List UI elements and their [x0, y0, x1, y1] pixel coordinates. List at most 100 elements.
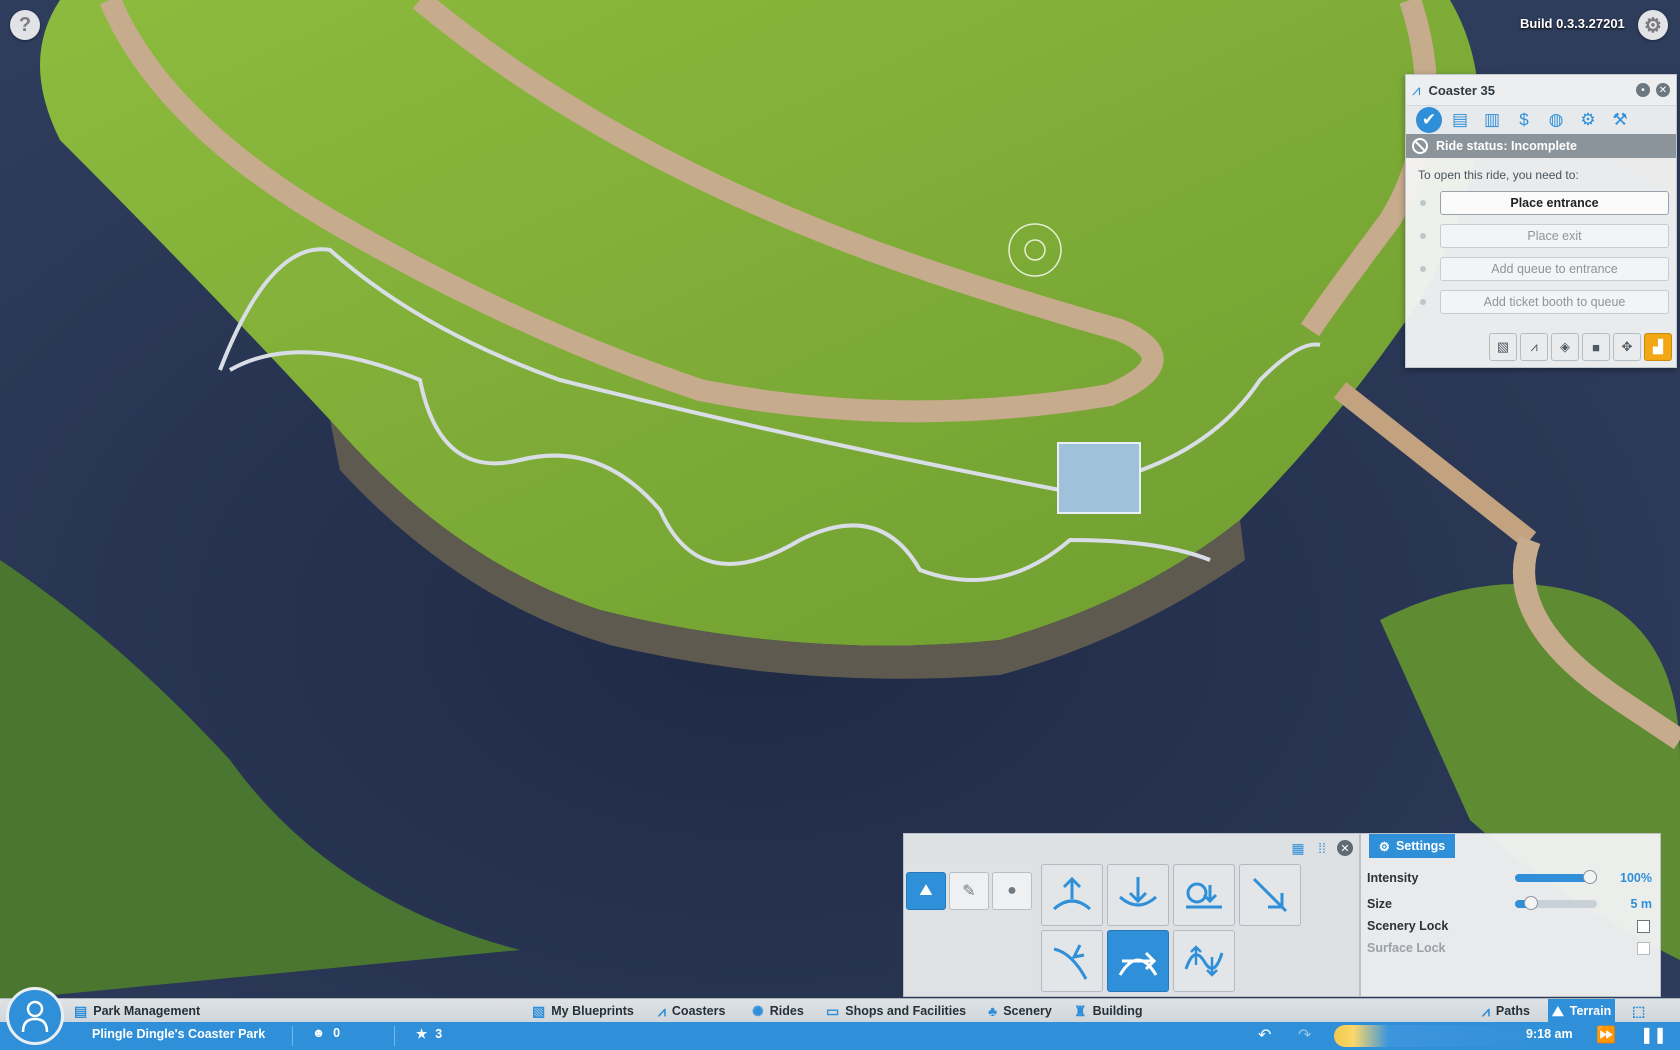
- ramp-tool[interactable]: [1041, 930, 1103, 992]
- help-button[interactable]: ?: [10, 10, 40, 40]
- requirement-row: Add ticket booth to queue: [1406, 285, 1676, 318]
- stats-icon: ▥: [1483, 110, 1501, 129]
- mountain-icon: ⛰: [1552, 1002, 1564, 1019]
- smooth-tool[interactable]: [1239, 864, 1301, 926]
- park-rating[interactable]: ★ 3: [416, 1026, 443, 1042]
- small-grid-view-button[interactable]: ⁞⁞: [1313, 839, 1331, 857]
- level-icon: [1186, 882, 1222, 909]
- ride-window: ⩘ Coaster 35 • ✕ ✔ ▤ ▥ $ ◍ ⚙ ⚒ Ride stat…: [1405, 74, 1677, 368]
- scenery-lock-checkbox[interactable]: [1637, 919, 1650, 933]
- camera-icon: ■: [1592, 339, 1600, 355]
- close-terrain-panel-button[interactable]: ✕: [1337, 840, 1353, 856]
- place-entrance-button[interactable]: Place entrance: [1440, 190, 1669, 215]
- pause-button[interactable]: ❚❚: [1640, 1025, 1667, 1045]
- move-ride-button[interactable]: ✥: [1613, 333, 1641, 361]
- terrain-sculpt-icon: ⛰: [919, 882, 933, 899]
- rides-button[interactable]: ✺ Rides: [748, 999, 808, 1023]
- bullet-icon: [1420, 232, 1426, 239]
- large-grid-view-button[interactable]: ▦: [1289, 839, 1307, 857]
- scenery-button[interactable]: ♣ Scenery: [984, 999, 1056, 1023]
- building-label: Building: [1092, 1004, 1143, 1018]
- undo-button[interactable]: ↶: [1258, 1025, 1271, 1045]
- wrench-icon: ⚒: [1612, 110, 1628, 129]
- terrain-paint-mode[interactable]: ✎: [949, 872, 989, 910]
- build-version: Build 0.3.3.27201: [1520, 16, 1625, 31]
- ride-camera-button[interactable]: ■: [1582, 333, 1610, 361]
- size-slider[interactable]: [1515, 896, 1597, 910]
- grid-small-icon: ⁞⁞: [1318, 840, 1326, 856]
- flatten-tool[interactable]: [1107, 930, 1169, 992]
- status-bar: Plingle Dingle's Coaster Park ☻ 0 ★ 3 ↶ …: [0, 1022, 1680, 1050]
- coasters-label: Coasters: [671, 1004, 726, 1018]
- guest-count-value: 0: [333, 1026, 341, 1040]
- demolish-ride-button[interactable]: ▟: [1644, 333, 1672, 361]
- terrain-panel: ▦ ⁞⁞ ✕ ⛰ ✎ ●: [903, 833, 1360, 997]
- lower-tool[interactable]: [1107, 864, 1169, 926]
- blueprint-button[interactable]: ▧: [1489, 333, 1517, 361]
- add-queue-button[interactable]: Add queue to entrance: [1440, 256, 1669, 281]
- castle-icon: ♜: [1074, 1002, 1087, 1019]
- separator: [292, 1026, 293, 1046]
- ride-status-text: Ride status: Incomplete: [1436, 139, 1577, 153]
- shop-icon: ▭: [826, 1002, 840, 1019]
- tab-brush-settings[interactable]: ⚙ Settings: [1369, 834, 1455, 858]
- water-drop-icon: ●: [1007, 882, 1017, 899]
- path-icon: ⩘: [1482, 1002, 1490, 1019]
- level-tool[interactable]: [1173, 864, 1235, 926]
- park-rating-value: 3: [435, 1026, 443, 1041]
- raise-icon: [1053, 876, 1091, 911]
- my-blueprints-button[interactable]: ▧ My Blueprints: [528, 999, 638, 1023]
- bullet-icon: [1420, 265, 1426, 272]
- park-management-label: Park Management: [93, 1004, 201, 1018]
- add-ticket-booth-button[interactable]: Add ticket booth to queue: [1440, 289, 1669, 314]
- ride-window-title-bar[interactable]: ⩘ Coaster 35 • ✕: [1406, 75, 1676, 106]
- scenery-label: Scenery: [1003, 1004, 1052, 1018]
- select-area-button[interactable]: ⬚: [1628, 999, 1649, 1023]
- park-management-button[interactable]: ▤ Park Management: [70, 999, 204, 1023]
- tab-stats[interactable]: ▥: [1478, 108, 1506, 132]
- palette-icon: ◍: [1548, 110, 1564, 129]
- clipboard-icon: ▤: [74, 1002, 88, 1019]
- redo-button[interactable]: ↷: [1298, 1025, 1311, 1045]
- coaster-icon: ⩘: [658, 1002, 666, 1019]
- track-piece-button[interactable]: ◈: [1551, 333, 1579, 361]
- tab-finance[interactable]: $: [1510, 108, 1538, 132]
- size-handle[interactable]: [1524, 896, 1539, 910]
- terrain-label: Terrain: [1569, 1004, 1612, 1018]
- bullet-icon: [1420, 199, 1426, 206]
- park-name[interactable]: Plingle Dingle's Coaster Park: [92, 1027, 265, 1041]
- ferris-wheel-icon: ✺: [752, 1002, 764, 1019]
- surface-lock-checkbox: [1637, 941, 1650, 955]
- pin-window-button[interactable]: •: [1636, 83, 1650, 97]
- paths-button[interactable]: ⩘ Paths: [1478, 999, 1534, 1023]
- shops-facilities-button[interactable]: ▭ Shops and Facilities: [822, 999, 970, 1023]
- coasters-button[interactable]: ⩘ Coasters: [654, 999, 729, 1023]
- noise-tool[interactable]: [1173, 930, 1235, 992]
- close-window-button[interactable]: ✕: [1656, 83, 1670, 97]
- lower-icon: [1119, 877, 1157, 907]
- game-settings-button[interactable]: ⚙: [1638, 10, 1668, 40]
- fast-forward-button[interactable]: ⏩: [1596, 1025, 1616, 1045]
- scenery-lock-label: Scenery Lock: [1367, 919, 1449, 933]
- edit-coaster-button[interactable]: ⩘: [1520, 333, 1548, 361]
- place-exit-button[interactable]: Place exit: [1440, 223, 1669, 248]
- tab-settings[interactable]: ⚙: [1574, 108, 1602, 132]
- terrain-sculpt-mode[interactable]: ⛰: [906, 872, 946, 910]
- intensity-handle[interactable]: [1583, 870, 1597, 884]
- help-icon: ?: [18, 13, 32, 36]
- intensity-row: Intensity 100%: [1367, 868, 1652, 888]
- building-button[interactable]: ♜ Building: [1070, 999, 1147, 1023]
- raise-tool[interactable]: [1041, 864, 1103, 926]
- tab-colors[interactable]: ◍: [1542, 108, 1570, 132]
- intensity-label: Intensity: [1367, 871, 1419, 885]
- tab-status[interactable]: ✔: [1416, 107, 1442, 133]
- terrain-button[interactable]: ⛰ Terrain: [1548, 999, 1616, 1023]
- guest-count[interactable]: ☻ 0: [312, 1026, 340, 1040]
- tab-maintenance[interactable]: ⚒: [1606, 108, 1634, 132]
- prohibited-icon: [1412, 138, 1428, 154]
- water-mode[interactable]: ●: [992, 872, 1032, 910]
- ride-tools: ▧ ⩘ ◈ ■ ✥ ▟: [1489, 333, 1672, 361]
- tab-info[interactable]: ▤: [1446, 108, 1474, 132]
- avatar[interactable]: [6, 987, 64, 1045]
- intensity-slider[interactable]: [1515, 870, 1597, 884]
